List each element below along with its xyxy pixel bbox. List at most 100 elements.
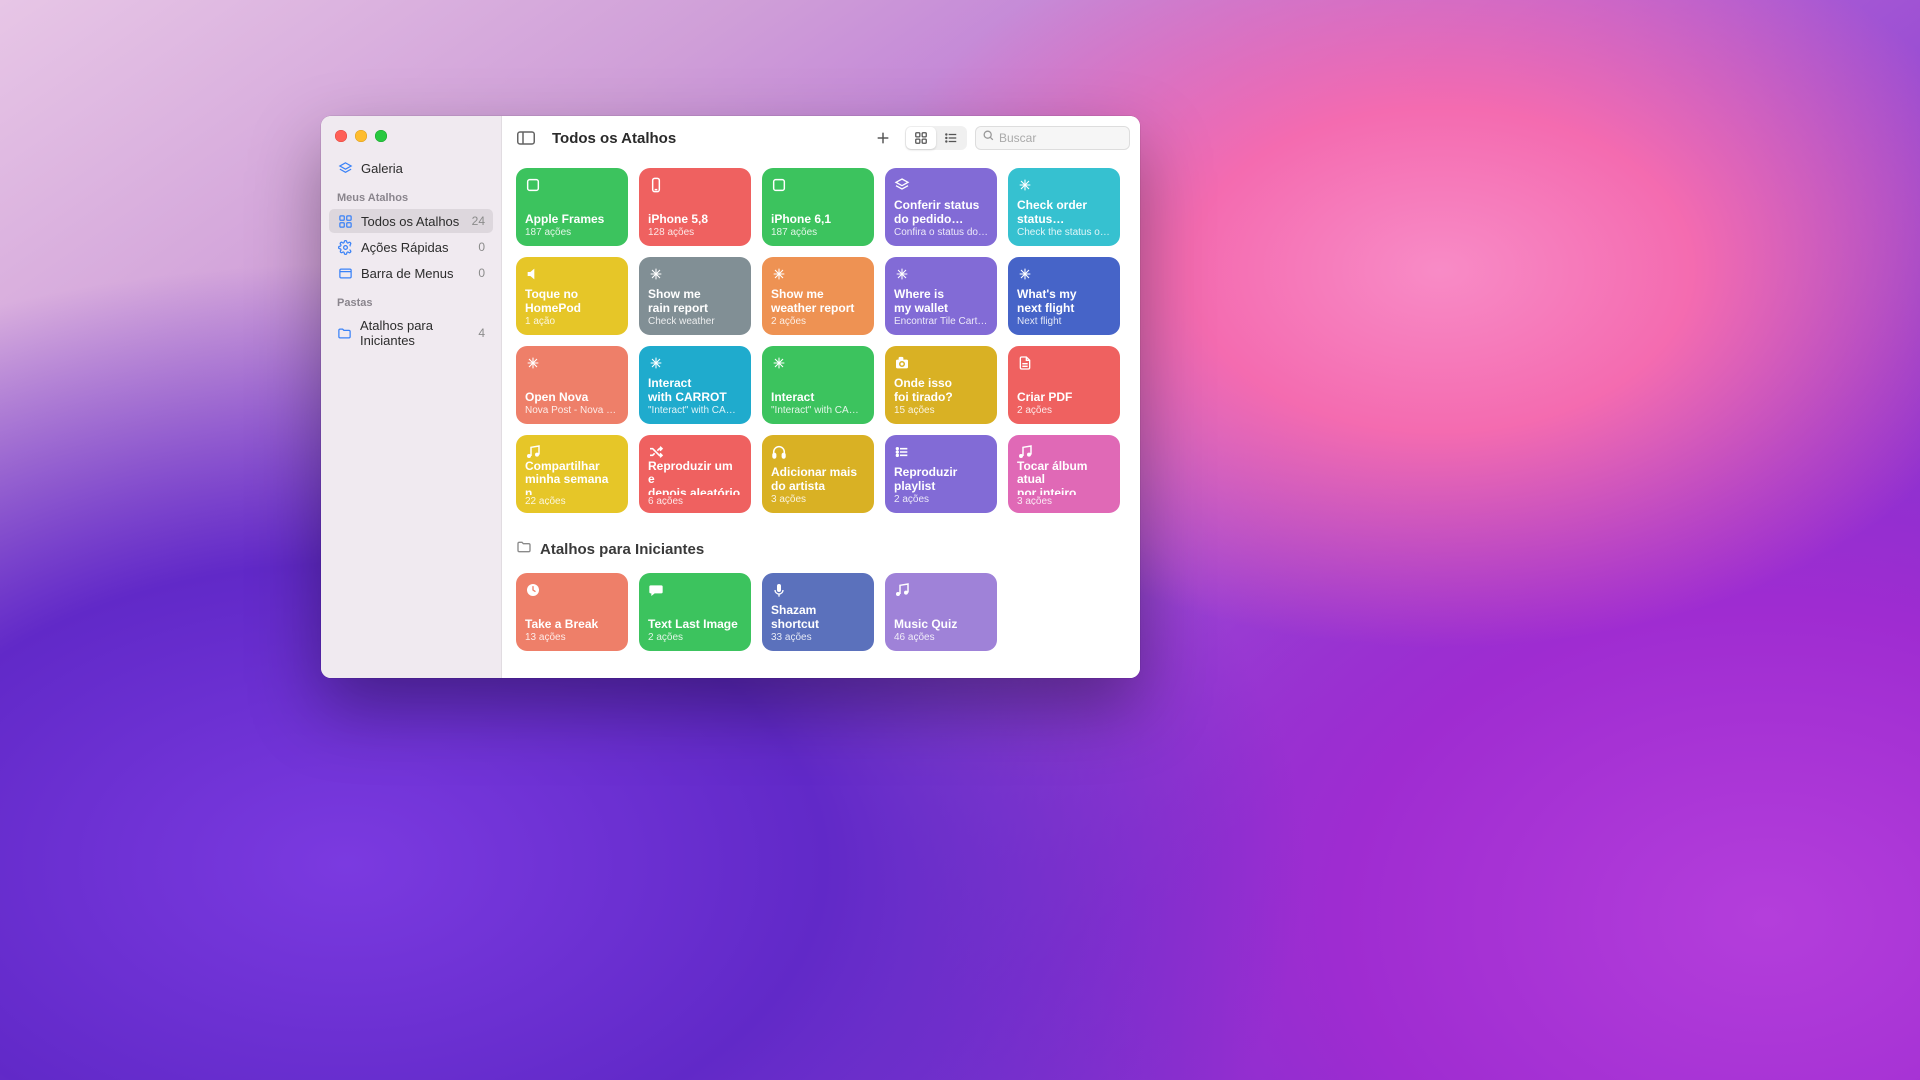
shortcut-title: Toque no HomePod	[525, 288, 619, 315]
shortcut-card[interactable]: iPhone 6,1187 ações	[762, 168, 874, 246]
shortcut-card[interactable]: Apple Frames187 ações	[516, 168, 628, 246]
shortcut-card[interactable]: Where is my walletEncontrar Tile Carteir…	[885, 257, 997, 335]
sidebar-item-all-shortcuts[interactable]: Todos os Atalhos 24	[329, 209, 493, 233]
new-shortcut-button[interactable]	[869, 126, 897, 150]
shortcut-card[interactable]: Open NovaNova Post - Nova Post	[516, 346, 628, 424]
shortcut-subtitle: 15 ações	[894, 405, 988, 416]
folder-icon	[337, 325, 352, 341]
shortcut-subtitle: 1 ação	[525, 316, 619, 327]
shortcut-card[interactable]: Tocar álbum atual por inteiro3 ações	[1008, 435, 1120, 513]
sparkle-icon	[525, 355, 619, 373]
shortcut-title: Where is my wallet	[894, 288, 988, 315]
search-input[interactable]	[999, 131, 1123, 145]
fullscreen-window-button[interactable]	[375, 130, 387, 142]
grid-icon	[337, 213, 353, 229]
sidebar: Galeria Meus Atalhos Todos os Atalhos 24…	[321, 116, 502, 678]
sidebar-item-label: Todos os Atalhos	[361, 214, 459, 229]
sidebar-item-label: Galeria	[361, 161, 403, 176]
shortcut-card[interactable]: Take a Break13 ações	[516, 573, 628, 651]
sidebar-folder-beginners[interactable]: Atalhos para Iniciantes 4	[329, 314, 493, 352]
toggle-sidebar-button[interactable]	[512, 126, 540, 150]
shortcut-card[interactable]: Conferir status do pedido…Confira o stat…	[885, 168, 997, 246]
sparkle-icon	[771, 266, 865, 284]
shortcut-subtitle: 6 ações	[648, 496, 742, 505]
shortcut-title: Reproduzir um e depois aleatório	[648, 460, 742, 495]
shortcut-card[interactable]: Shazam shortcut33 ações	[762, 573, 874, 651]
grid-view-button[interactable]	[906, 127, 936, 149]
shortcut-card[interactable]: Text Last Image2 ações	[639, 573, 751, 651]
shortcut-card[interactable]: iPhone 5,8128 ações	[639, 168, 751, 246]
music-icon	[1017, 444, 1111, 460]
shortcut-card[interactable]: Reproduzir playlist2 ações	[885, 435, 997, 513]
sidebar-item-quick-actions[interactable]: Ações Rápidas 0	[329, 235, 493, 259]
shortcut-title: Shazam shortcut	[771, 604, 865, 631]
phone-icon	[648, 177, 742, 195]
music-icon	[894, 582, 988, 600]
shortcut-card[interactable]: Interact with CARROT"Interact" with CARR…	[639, 346, 751, 424]
shortcut-title: iPhone 5,8	[648, 213, 742, 226]
sidebar-category: Meus Atalhos	[329, 182, 493, 207]
sparkle-icon	[894, 266, 988, 284]
shortcut-title: iPhone 6,1	[771, 213, 865, 226]
shortcut-title: Text Last Image	[648, 618, 742, 631]
headphones-icon	[771, 444, 865, 462]
shortcut-title: Check order status…	[1017, 199, 1111, 226]
sparkle-icon	[771, 355, 865, 373]
shortcut-title: Show me rain report	[648, 288, 742, 315]
sparkle-icon	[1017, 177, 1111, 195]
folder-section-title: Atalhos para Iniciantes	[540, 541, 704, 558]
sidebar-category: Pastas	[329, 287, 493, 312]
shortcuts-grid: Apple Frames187 açõesiPhone 5,8128 ações…	[516, 168, 1126, 513]
minimize-window-button[interactable]	[355, 130, 367, 142]
shortcut-card[interactable]: Onde isso foi tirado?15 ações	[885, 346, 997, 424]
shortcut-card[interactable]: What's my next flightNext flight	[1008, 257, 1120, 335]
content-scroll[interactable]: Apple Frames187 açõesiPhone 5,8128 ações…	[502, 160, 1140, 678]
shortcut-card[interactable]: Music Quiz46 ações	[885, 573, 997, 651]
search-field[interactable]	[975, 126, 1130, 150]
shortcut-subtitle: Check weather	[648, 316, 742, 327]
shortcut-subtitle: 13 ações	[525, 632, 619, 643]
shortcut-card[interactable]: Interact"Interact" with CARROT	[762, 346, 874, 424]
shortcut-subtitle: 2 ações	[648, 632, 742, 643]
square-icon	[771, 177, 865, 195]
folder-section-header[interactable]: Atalhos para Iniciantes	[516, 539, 1126, 559]
shortcut-subtitle: 3 ações	[771, 494, 865, 505]
sidebar-item-count: 4	[478, 326, 485, 340]
sidebar-item-count: 0	[478, 266, 485, 280]
sidebar-item-label: Ações Rápidas	[361, 240, 448, 255]
sidebar-item-count: 0	[478, 240, 485, 254]
shortcut-card[interactable]: Reproduzir um e depois aleatório6 ações	[639, 435, 751, 513]
shortcut-title: Adicionar mais do artista	[771, 466, 865, 493]
layers-icon	[894, 177, 988, 195]
list-view-button[interactable]	[936, 127, 966, 149]
shortcut-card[interactable]: Show me weather report2 ações	[762, 257, 874, 335]
shortcut-subtitle: 187 ações	[771, 227, 865, 238]
shortcut-title: Apple Frames	[525, 213, 619, 226]
shortcut-card[interactable]: Toque no HomePod1 ação	[516, 257, 628, 335]
sidebar-item-gallery[interactable]: Galeria	[329, 156, 493, 180]
view-toggle	[905, 126, 967, 150]
gear-icon	[337, 239, 353, 255]
sparkle-icon	[648, 266, 742, 284]
shortcut-title: Onde isso foi tirado?	[894, 377, 988, 404]
shortcut-subtitle: 3 ações	[1017, 496, 1111, 505]
close-window-button[interactable]	[335, 130, 347, 142]
main-area: Todos os Atalhos Apple Frames	[502, 116, 1140, 678]
shortcut-subtitle: 2 ações	[771, 316, 865, 327]
list-icon	[894, 444, 988, 462]
shortcut-card[interactable]: Adicionar mais do artista3 ações	[762, 435, 874, 513]
shortcut-title: Reproduzir playlist	[894, 466, 988, 493]
shortcut-card[interactable]: Criar PDF2 ações	[1008, 346, 1120, 424]
shortcut-card[interactable]: Check order status…Check the status of y…	[1008, 168, 1120, 246]
shortcut-subtitle: 128 ações	[648, 227, 742, 238]
shortcut-title: Criar PDF	[1017, 391, 1111, 404]
speaker-icon	[525, 266, 619, 284]
shortcut-card[interactable]: Show me rain reportCheck weather	[639, 257, 751, 335]
shortcut-title: Interact with CARROT	[648, 377, 742, 404]
sparkle-icon	[648, 355, 742, 373]
shortcut-title: Show me weather report	[771, 288, 865, 315]
sidebar-item-menu-bar[interactable]: Barra de Menus 0	[329, 261, 493, 285]
mic-icon	[771, 582, 865, 600]
shortcut-card[interactable]: Compartilhar minha semana n…22 ações	[516, 435, 628, 513]
shortcut-title: Compartilhar minha semana n…	[525, 460, 619, 495]
